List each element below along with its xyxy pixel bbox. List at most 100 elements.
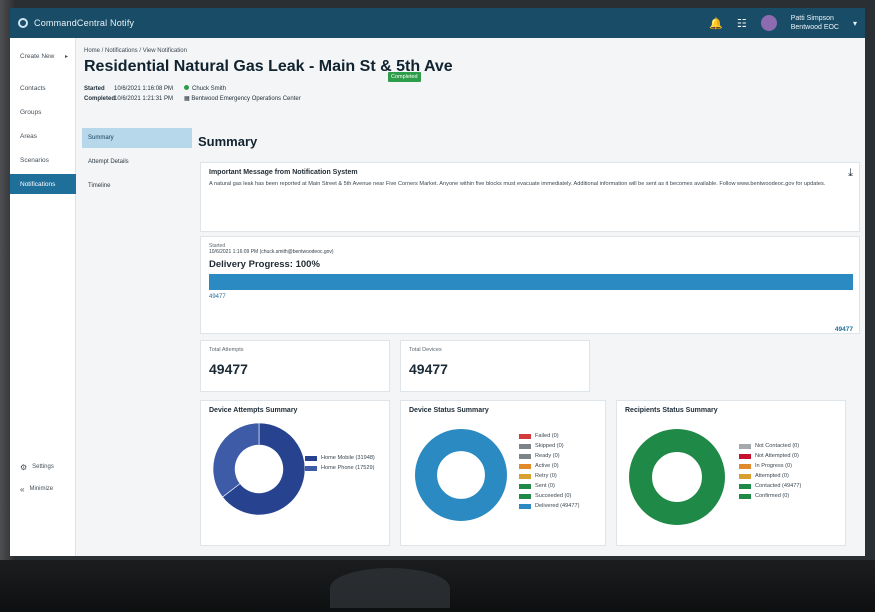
legend-label: Not Attempted (0) (755, 453, 799, 459)
apps-grid-icon[interactable]: ☷ (737, 17, 747, 30)
legend-item[interactable]: Home Mobile (31948) (305, 453, 375, 463)
sidebar-item-label: Notifications (20, 180, 56, 188)
sidebar-item-notifications[interactable]: Notifications (10, 174, 76, 194)
delivery-progress-card: Started 10/6/2021 1:16:09 PM (chuck.smit… (200, 236, 860, 334)
completed-label: Completed (84, 96, 116, 102)
message-body: A natural gas leak has been reported at … (209, 181, 826, 187)
app-title: CommandCentral Notify (34, 18, 135, 28)
user-org: Bentwood EOC (790, 24, 839, 31)
legend-swatch (519, 463, 531, 469)
started-value: 10/6/2021 1:16:09 PM (chuck.smith@bentwo… (209, 249, 334, 255)
legend-swatch (519, 443, 531, 449)
legend-item[interactable]: Confirmed (0) (739, 491, 801, 501)
legend-item[interactable]: Active (0) (519, 461, 579, 471)
chevron-down-icon[interactable]: ▾ (853, 19, 857, 28)
legend-item[interactable]: Succeeded (0) (519, 491, 579, 501)
main-content: Home / Notifications / View Notification… (76, 38, 865, 556)
total-attempts-value: 49477 (209, 361, 248, 377)
started-label: Started (84, 86, 105, 92)
gear-icon: ⚙ (20, 462, 28, 472)
legend-item[interactable]: Not Contacted (0) (739, 441, 801, 451)
sender-name: Chuck Smith (192, 86, 227, 92)
legend-label: Contacted (49477) (755, 483, 802, 489)
legend-item[interactable]: Delivered (49477) (519, 501, 579, 511)
message-card: Important Message from Notification Syst… (200, 162, 860, 232)
legend-item[interactable]: Retry (0) (519, 471, 579, 481)
chevron-right-icon: ▸ (64, 53, 68, 60)
message-title: Important Message from Notification Syst… (209, 169, 358, 176)
legend-item[interactable]: Sent (0) (519, 481, 579, 491)
legend-item[interactable]: Contacted (49477) (739, 481, 801, 491)
legend-swatch (739, 453, 751, 459)
sidebar-item-label: Create New (20, 52, 55, 60)
completed-value: 10/6/2021 1:21:31 PM (114, 96, 174, 102)
notification-timestamps: Started 10/6/2021 1:16:08 PM Completed10/… (84, 84, 173, 104)
online-status-icon (184, 85, 189, 90)
legend-swatch (519, 473, 531, 479)
sidebar-item-label: Scenarios (20, 156, 49, 164)
donut-slice-delivered[interactable] (415, 429, 507, 521)
recipients-status-chart-card: Recipients Status Summary Not Contacted … (616, 400, 846, 546)
app-screen: CommandCentral Notify 🔔 ☷ Patti Simpson … (10, 8, 865, 556)
legend-label: Home Phone (17529) (321, 465, 375, 471)
sidebar-item-create-new[interactable]: Create New ▸ (10, 46, 76, 66)
tab-attempt-details[interactable]: Attempt Details (82, 152, 192, 172)
avatar[interactable] (760, 15, 777, 31)
legend-swatch (519, 503, 531, 509)
legend-item[interactable]: Ready (0) (519, 451, 579, 461)
legend-item[interactable]: Not Attempted (0) (739, 451, 801, 461)
app-logo-icon (18, 18, 28, 28)
notification-sender: Chuck Smith ▦ Bentwood Emergency Operati… (184, 84, 301, 104)
sidebar-item-contacts[interactable]: Contacts (10, 78, 76, 98)
chart-title: Recipients Status Summary (625, 407, 718, 414)
tab-timeline[interactable]: Timeline (82, 176, 192, 196)
legend-label: Attempted (0) (755, 473, 789, 479)
donut-slice-home-phone[interactable] (212, 422, 260, 498)
device-attempts-donut (212, 422, 306, 516)
sidebar-item-label: Groups (20, 108, 42, 116)
sidebar-item-label: Areas (20, 132, 37, 140)
legend-item[interactable]: Home Phone (17529) (305, 463, 375, 473)
legend-label: Skipped (0) (535, 443, 564, 449)
download-icon[interactable]: ⤓ (848, 167, 853, 180)
app-header: CommandCentral Notify 🔔 ☷ Patti Simpson … (10, 8, 865, 38)
sidebar-item-scenarios[interactable]: Scenarios (10, 150, 76, 170)
sidebar-item-areas[interactable]: Areas (10, 126, 76, 146)
tab-summary[interactable]: Summary (82, 128, 192, 148)
status-badge: Completed (388, 72, 421, 82)
sidebar-item-label: Settings (32, 464, 54, 470)
legend-swatch (519, 433, 531, 439)
legend-label: Retry (0) (535, 473, 557, 479)
legend-label: Confirmed (0) (755, 493, 790, 499)
chevron-double-left-icon: « (20, 484, 25, 494)
legend-item[interactable]: In Progress (0) (739, 461, 801, 471)
legend-swatch (739, 493, 751, 499)
summary-panel: Summary Important Message from Notificat… (194, 128, 862, 548)
legend-label: Active (0) (535, 463, 559, 469)
progress-bar-fill (209, 274, 853, 290)
breadcrumb[interactable]: Home / Notifications / View Notification (84, 48, 187, 54)
legend-item[interactable]: Failed (0) (519, 431, 579, 441)
legend-label: Failed (0) (535, 433, 559, 439)
sidebar-item-label: Contacts (20, 84, 46, 92)
sidebar-item-groups[interactable]: Groups (10, 102, 76, 122)
started-value: 10/6/2021 1:16:08 PM (114, 86, 174, 92)
chart-title: Device Attempts Summary (209, 407, 298, 414)
legend-swatch (519, 493, 531, 499)
donut-slice-contacted[interactable] (629, 429, 725, 525)
legend-label: Delivered (49477) (535, 503, 580, 509)
sidebar: Create New ▸ Contacts Groups Areas Scena… (10, 38, 76, 556)
sidebar-item-settings[interactable]: ⚙ Settings (10, 458, 76, 476)
bell-icon[interactable]: 🔔 (709, 17, 723, 30)
header-actions: 🔔 ☷ Patti Simpson Bentwood EOC ▾ (709, 14, 857, 32)
sidebar-item-minimize[interactable]: « Minimize (10, 480, 76, 498)
progress-right-label: 49477 (834, 326, 853, 333)
device-status-legend: Failed (0) Skipped (0) Ready (0) Active (0)… (519, 431, 579, 511)
summary-heading: Summary (198, 134, 258, 149)
total-devices-card: Total Devices 49477 (400, 340, 590, 392)
user-menu[interactable]: Patti Simpson Bentwood EOC (791, 14, 839, 32)
legend-label: Ready (0) (535, 453, 560, 459)
legend-item[interactable]: Attempted (0) (739, 471, 801, 481)
legend-swatch (739, 463, 751, 469)
legend-item[interactable]: Skipped (0) (519, 441, 579, 451)
